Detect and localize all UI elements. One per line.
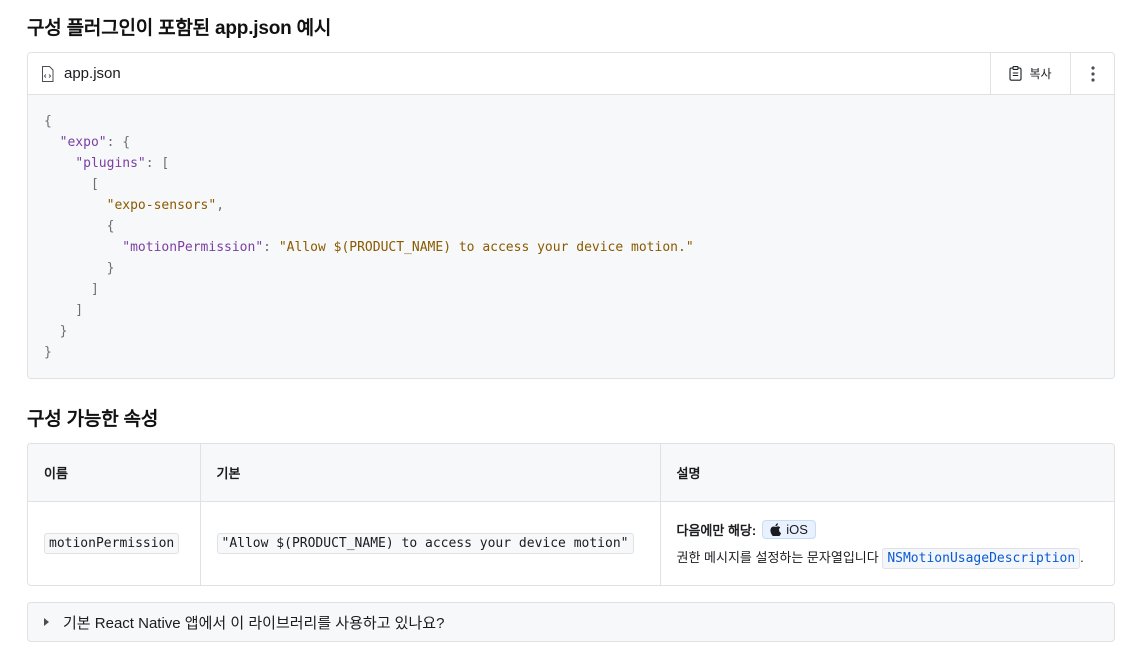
description-text: 권한 메시지를 설정하는 문자열입니다 NSMotionUsageDescrip…: [676, 547, 1099, 570]
code-line: {: [44, 216, 1098, 237]
code-punct: }: [44, 324, 68, 339]
column-header-description: 설명: [659, 444, 1114, 502]
ios-badge: iOS: [762, 520, 816, 540]
file-name: app.json: [64, 65, 121, 82]
code-line: ]: [44, 279, 1098, 300]
more-options-button[interactable]: [1070, 53, 1114, 94]
code-punct: [: [44, 177, 99, 192]
platform-label: 다음에만 해당:: [676, 523, 757, 539]
ns-motion-usage-link[interactable]: NSMotionUsageDescription: [882, 548, 1081, 570]
description-prefix: 권한 메시지를 설정하는 문자열입니다: [676, 550, 879, 566]
code-line: "expo": {: [44, 132, 1098, 153]
table-header-row: 이름 기본 설명: [28, 444, 1114, 502]
code-line: }: [44, 258, 1098, 279]
code-line: "motionPermission": "Allow $(PRODUCT_NAM…: [44, 237, 1098, 258]
apple-icon: [770, 523, 782, 537]
code-punct: : [: [145, 156, 170, 171]
code-punct: {: [44, 219, 115, 234]
platform-line: 다음에만 해당: iOS: [676, 520, 1099, 540]
code-line: }: [44, 321, 1098, 342]
example-heading: 구성 플러그인이 포함된 app.json 예시: [27, 18, 332, 39]
column-header-default: 기본: [199, 444, 660, 502]
code-key: "expo": [59, 135, 107, 150]
code-key: "motionPermission": [122, 240, 264, 255]
code-punct: ]: [44, 282, 99, 297]
code-key: "plugins": [75, 156, 146, 171]
react-native-usage-toggle[interactable]: 기본 React Native 앱에서 이 라이브러리를 사용하고 있나요?: [27, 602, 1115, 642]
copy-button[interactable]: 복사: [990, 53, 1070, 94]
more-vertical-icon: [1090, 65, 1095, 82]
code-line: "plugins": [: [44, 153, 1098, 174]
cell-name: motionPermission: [28, 501, 200, 585]
column-header-name: 이름: [28, 444, 200, 502]
cell-description: 다음에만 해당: iOS 권한 메시지를 설정하는 문자열입니다 NSMotio…: [659, 501, 1114, 585]
code-punct: : {: [106, 135, 131, 150]
copy-button-label: 복사: [1029, 67, 1052, 81]
clipboard-icon: [1009, 66, 1023, 81]
code-content: { "expo": { "plugins": [ [ "expo-sensors…: [44, 111, 1098, 363]
code-punct: ,: [216, 198, 225, 213]
platform-value: iOS: [786, 522, 808, 538]
properties-heading: 구성 가능한 속성: [27, 409, 159, 430]
property-default: "Allow $(PRODUCT_NAME) to access your de…: [216, 533, 634, 555]
code-punct: ]: [44, 303, 84, 318]
code-line: }: [44, 342, 1098, 363]
description-suffix: .: [1080, 550, 1084, 566]
code-line: {: [44, 111, 1098, 132]
code-line: "expo-sensors",: [44, 195, 1098, 216]
code-block: app.json 복사 { "expo": { "plugins": [["…: [27, 52, 1115, 379]
properties-table: 이름 기본 설명 motionPermission "Allow $(PRODU…: [27, 443, 1115, 586]
code-punct: [44, 156, 75, 171]
code-punct: }: [44, 345, 52, 360]
code-punct: :: [263, 240, 279, 255]
code-string: "Allow $(PRODUCT_NAME) to access your de…: [278, 240, 694, 255]
code-string: "expo-sensors": [106, 198, 217, 213]
property-name: motionPermission: [44, 533, 180, 555]
table-row: motionPermission "Allow $(PRODUCT_NAME) …: [28, 501, 1114, 585]
code-punct: [44, 198, 107, 213]
cell-default: "Allow $(PRODUCT_NAME) to access your de…: [199, 501, 660, 585]
code-line: ]: [44, 300, 1098, 321]
file-code-icon: [42, 66, 54, 82]
code-punct: [44, 135, 60, 150]
code-body: { "expo": { "plugins": [ [ "expo-sensors…: [28, 95, 1114, 378]
caret-right-icon: [44, 618, 49, 626]
code-block-header: app.json 복사: [28, 53, 1114, 95]
code-punct: }: [44, 261, 115, 276]
code-punct: [44, 240, 122, 255]
code-line: [: [44, 174, 1098, 195]
code-punct: {: [44, 114, 52, 129]
collapsible-label: 기본 React Native 앱에서 이 라이브러리를 사용하고 있나요?: [63, 614, 445, 632]
